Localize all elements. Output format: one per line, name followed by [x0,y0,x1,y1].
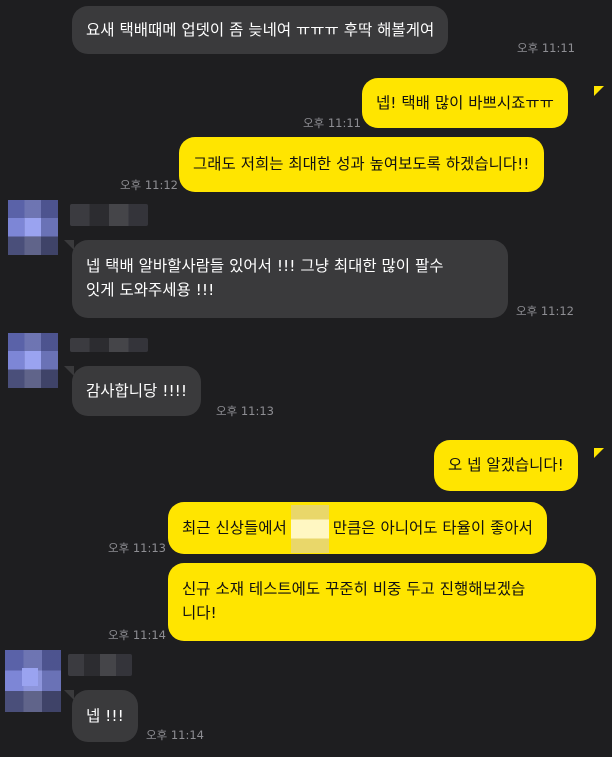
outgoing-message[interactable]: 오 넵 알겠습니다! [434,440,578,491]
bubble-tail [594,448,604,458]
message-time: 오후 11:12 [120,178,178,192]
sender-name-blurred [70,204,148,226]
bubble-tail [594,86,604,96]
avatar[interactable] [5,650,61,712]
message-text-line: 넵 택배 알바할사람들 있어서 !!! 그냥 최대한 많이 팔수 [86,257,444,275]
message-text-line: 잇게 도와주세용 !!! [86,281,215,299]
message-time: 오후 11:13 [216,404,274,418]
message-time: 오후 11:13 [108,541,166,555]
avatar[interactable] [8,200,58,255]
message-time: 오후 11:11 [517,41,575,55]
message-time: 오후 11:12 [516,304,574,318]
sender-name-blurred [70,338,148,352]
outgoing-message[interactable]: 넵! 택배 많이 바쁘시죠ㅠㅠ [362,78,568,128]
message-text: 넵 !!! [86,707,124,725]
message-text: 최근 신상들에서 [182,519,287,537]
message-text-line: 신규 소재 테스트에도 꾸준히 비중 두고 진행해보겠습 [182,580,526,598]
message-time: 오후 11:14 [108,628,166,642]
incoming-message[interactable]: 감사합니당 !!!! [72,366,202,416]
message-text: 오 넵 알겠습니다! [448,456,564,474]
message-time: 오후 11:14 [146,728,204,742]
message-text-line: 니다! [182,604,217,622]
avatar[interactable] [8,333,58,388]
outgoing-message[interactable]: 최근 신상들에서 만큼은 아니어도 타율이 좋아서 [168,502,547,554]
incoming-message[interactable]: 요새 택배때메 업뎃이 좀 늦네여 ㅠㅠㅠ 후딱 해볼게여 [72,6,449,54]
sender-name-blurred [68,654,132,676]
message-text: 감사합니당 !!!! [86,382,188,400]
message-text: 요새 택배때메 업뎃이 좀 늦네여 ㅠㅠㅠ 후딱 해볼게여 [86,21,435,39]
message-time: 오후 11:11 [303,116,361,130]
outgoing-message[interactable]: 신규 소재 테스트에도 꾸준히 비중 두고 진행해보겠습 니다! [168,563,596,641]
message-text: 넵! 택배 많이 바쁘시죠ㅠㅠ [376,94,554,112]
incoming-message[interactable]: 넵 !!! [72,690,138,742]
blurred-word [290,504,329,553]
incoming-message[interactable]: 넵 택배 알바할사람들 있어서 !!! 그냥 최대한 많이 팔수 잇게 도와주세… [72,240,508,318]
message-text: 만큼은 아니어도 타율이 좋아서 [332,519,533,537]
outgoing-message[interactable]: 그래도 저희는 최대한 성과 높여보도록 하겠습니다!! [179,137,544,192]
message-text: 그래도 저희는 최대한 성과 높여보도록 하겠습니다!! [193,155,530,173]
